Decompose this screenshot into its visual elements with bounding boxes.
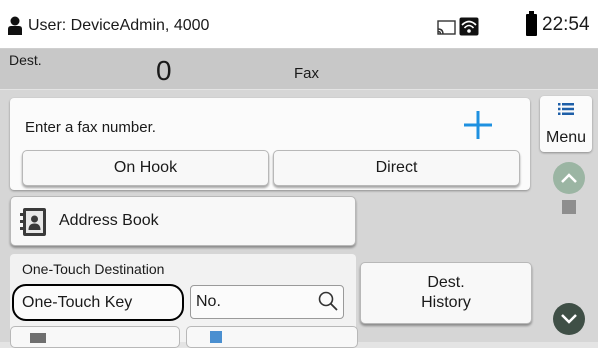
chevron-up-icon: [561, 173, 577, 183]
fax-number-input[interactable]: Enter a fax number.: [25, 119, 156, 136]
dest-count: 0: [156, 55, 172, 86]
on-hook-button[interactable]: On Hook: [22, 150, 269, 186]
address-book-label: Address Book: [59, 212, 159, 229]
user-label: User: DeviceAdmin, 4000: [28, 17, 210, 34]
address-book-icon: [20, 208, 46, 236]
clock: 22:54: [542, 14, 590, 35]
mode-label: Fax: [294, 65, 320, 82]
direct-button[interactable]: Direct: [273, 150, 520, 186]
battery-icon: [526, 11, 537, 36]
scrollbar-thumb[interactable]: [562, 200, 576, 214]
bottom-button-2-icon: [210, 331, 222, 343]
one-touch-title: One-Touch Destination: [22, 261, 165, 274]
scroll-down-button[interactable]: [553, 303, 585, 335]
cast-icon: [437, 20, 456, 35]
address-book-button[interactable]: Address Book: [10, 196, 356, 246]
one-touch-key-button[interactable]: One-Touch Key: [12, 284, 184, 321]
plus-icon[interactable]: [462, 109, 494, 141]
chevron-down-icon: [561, 314, 577, 324]
wifi-icon: [459, 17, 479, 36]
menu-icon: [558, 103, 574, 115]
dest-history-button[interactable]: Dest. History: [360, 262, 532, 324]
user-icon: [8, 16, 22, 35]
menu-label: Menu: [546, 129, 587, 146]
dest-history-line2: History: [421, 294, 471, 311]
scroll-up-button[interactable]: [553, 162, 585, 194]
search-icon[interactable]: [318, 291, 338, 311]
dest-label: Dest.: [9, 52, 42, 68]
dest-history-line1: Dest.: [427, 274, 465, 291]
